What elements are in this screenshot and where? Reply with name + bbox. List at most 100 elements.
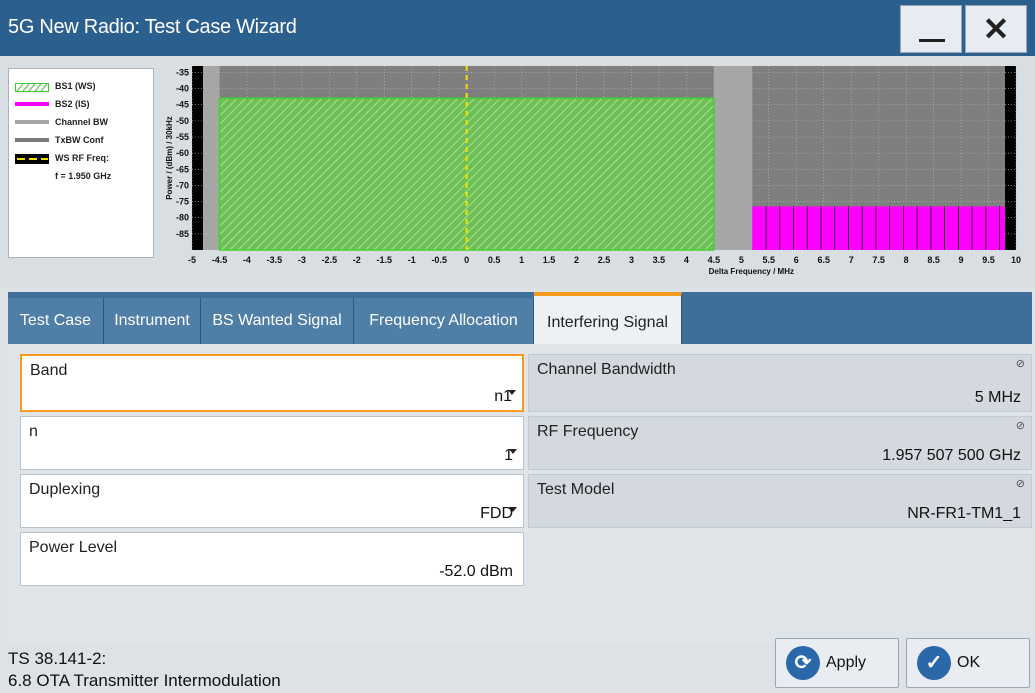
x-tick-label: 2: [574, 255, 579, 265]
legend-label-bs2: BS2 (IS): [55, 99, 90, 109]
x-tick-label: 0.5: [488, 255, 501, 265]
x-tick-label: -1: [408, 255, 416, 265]
power-level-field[interactable]: Power Level -52.0 dBm: [20, 532, 524, 586]
read-only-icon: ⊘: [1015, 358, 1025, 370]
legend-swatch-bs2: [15, 102, 49, 106]
minimize-button[interactable]: [900, 5, 962, 53]
y-tick-label: -60: [176, 148, 189, 158]
spectrum-chart: -5 -4.5 -4 -3.5 -3 -2.5 -2 -1.5 -1 -0.5 0 0.5 1 1.5 2 2…: [165, 66, 1021, 276]
test-case-wizard-window: 5G New Radio: Test Case Wizard ✕ BS1 (WS…: [0, 0, 1035, 693]
x-tick-label: 8.5: [927, 255, 940, 265]
test-model-display: Test Model ⊘ NR-FR1-TM1_1: [528, 474, 1032, 528]
tab-instrument[interactable]: Instrument: [104, 298, 201, 344]
chart-legend: BS1 (WS) BS2 (IS) Channel BW TxBW Conf W…: [8, 68, 154, 258]
checkmark-icon: ✓: [917, 646, 951, 680]
x-tick-label: -2: [353, 255, 361, 265]
legend-label-ws-rf-freq: WS RF Freq:: [55, 153, 109, 163]
x-tick-label: -3: [298, 255, 306, 265]
x-tick-label: 5: [739, 255, 744, 265]
x-tick-label: 5.5: [763, 255, 776, 265]
window-title: 5G New Radio: Test Case Wizard: [8, 16, 297, 38]
x-tick-label: 2.5: [598, 255, 611, 265]
band-label: Band: [30, 362, 68, 379]
channel-bandwidth-value: 5 MHz: [974, 389, 1021, 406]
x-tick-label: -3.5: [267, 255, 283, 265]
band-select[interactable]: Band n1: [20, 354, 524, 412]
legend-swatch-ws-rf-freq: [15, 154, 49, 164]
read-only-icon: ⊘: [1015, 478, 1025, 490]
x-tick-label: 1: [519, 255, 524, 265]
y-tick-label: -50: [176, 116, 189, 126]
x-tick-label: 0: [464, 255, 469, 265]
channel-bandwidth-display: Channel Bandwidth ⊘ 5 MHz: [528, 354, 1032, 412]
x-axis-label: Delta Frequency / MHz: [709, 267, 794, 276]
x-tick-label: 3: [629, 255, 634, 265]
tab-interfering-signal[interactable]: Interfering Signal: [534, 292, 682, 344]
n-value: 1: [504, 447, 513, 464]
x-tick-label: 6.5: [817, 255, 830, 265]
bs2-interfering-signal-area: [752, 206, 1006, 250]
x-tick-label: 7: [849, 255, 854, 265]
x-tick-label: 1.5: [543, 255, 556, 265]
spectrum-chart-area: BS1 (WS) BS2 (IS) Channel BW TxBW Conf W…: [0, 56, 1035, 288]
channel-bandwidth-label: Channel Bandwidth: [537, 361, 676, 378]
close-button[interactable]: ✕: [965, 5, 1027, 53]
y-tick-label: -70: [176, 180, 189, 190]
rf-frequency-label: RF Frequency: [537, 423, 639, 440]
power-level-value: -52.0 dBm: [439, 563, 513, 580]
test-spec-line2: 6.8 OTA Transmitter Intermodulation: [8, 671, 281, 690]
x-tick-label: 10: [1011, 255, 1021, 265]
duplexing-value: FDD: [480, 505, 513, 522]
x-tick-label: 8: [904, 255, 909, 265]
x-tick-label: 4: [684, 255, 689, 265]
y-tick-label: -80: [176, 213, 189, 223]
legend-label-bs1: BS1 (WS): [55, 81, 96, 91]
rf-frequency-display: RF Frequency ⊘ 1.957 507 500 GHz: [528, 416, 1032, 470]
x-tick-label: -4.5: [212, 255, 228, 265]
x-tick-label: 6: [794, 255, 799, 265]
tab-bs-wanted-signal[interactable]: BS Wanted Signal: [201, 298, 354, 344]
x-tick-label: -5: [188, 255, 196, 265]
duplexing-label: Duplexing: [29, 481, 101, 498]
y-tick-label: -85: [176, 229, 189, 239]
power-level-label: Power Level: [29, 539, 118, 556]
x-tick-label: -2.5: [322, 255, 338, 265]
legend-label-txbw: TxBW Conf: [55, 135, 104, 145]
tab-bar: Test Case Instrument BS Wanted Signal Fr…: [8, 292, 1032, 344]
y-tick-label: -75: [176, 197, 189, 207]
n-label: n: [29, 423, 38, 440]
duplexing-select[interactable]: Duplexing FDD: [20, 474, 524, 528]
read-only-icon: ⊘: [1015, 420, 1025, 432]
test-spec-line1: TS 38.141-2:: [8, 649, 107, 668]
x-tick-label: 9: [959, 255, 964, 265]
x-tick-label: -1.5: [377, 255, 393, 265]
refresh-icon: ⟳: [786, 646, 820, 680]
apply-button[interactable]: ⟳ Apply: [775, 638, 899, 688]
x-tick-label: 3.5: [653, 255, 666, 265]
legend-swatch-txbw: [15, 138, 49, 142]
ok-button[interactable]: ✓ OK: [906, 638, 1030, 688]
y-axis-label: Power / (dBm) / 30kHz: [165, 116, 174, 200]
tab-frequency-allocation[interactable]: Frequency Allocation: [354, 298, 534, 344]
minimize-icon: [919, 39, 945, 42]
legend-label-channel-bw: Channel BW: [55, 117, 108, 127]
x-tick-label: -4: [243, 255, 251, 265]
legend-swatch-bs1: [15, 83, 49, 92]
settings-panel: Band n1 n 1 Duplexing FDD Power Level -5…: [8, 344, 1032, 644]
close-icon: ✕: [982, 11, 1010, 47]
x-tick-label: -0.5: [431, 255, 447, 265]
test-model-value: NR-FR1-TM1_1: [907, 505, 1021, 522]
band-value: n1: [494, 388, 512, 405]
x-tick-label: 7.5: [872, 255, 885, 265]
y-tick-label: -35: [176, 67, 189, 77]
test-model-label: Test Model: [537, 481, 615, 498]
rf-frequency-value: 1.957 507 500 GHz: [882, 447, 1021, 464]
title-bar: 5G New Radio: Test Case Wizard ✕: [0, 0, 1035, 56]
y-tick-label: -55: [176, 132, 189, 142]
x-tick-label: 4.5: [708, 255, 721, 265]
tab-test-case[interactable]: Test Case: [8, 298, 104, 344]
apply-label: Apply: [826, 654, 867, 671]
test-spec-description: TS 38.141-2: 6.8 OTA Transmitter Intermo…: [8, 648, 281, 692]
y-tick-label: -45: [176, 100, 189, 110]
n-select[interactable]: n 1: [20, 416, 524, 470]
